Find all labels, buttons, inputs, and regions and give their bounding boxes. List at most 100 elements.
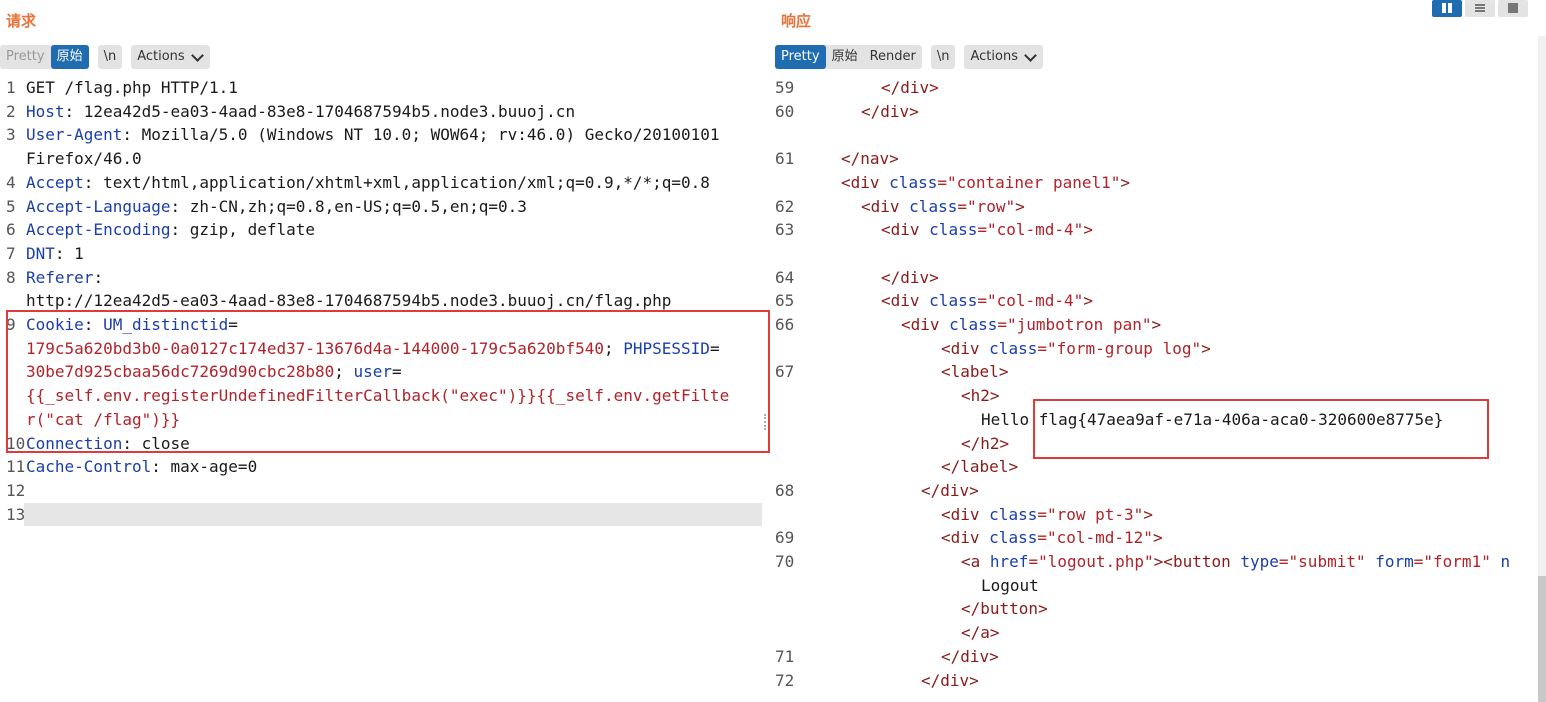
code-token: </ [961,433,981,453]
tab-render[interactable]: Render [864,45,922,69]
code-token: > [929,78,939,97]
tab-raw[interactable]: 原始 [826,45,864,69]
code-token: div [870,196,910,216]
code-line: 65 <div class="col-md-4"> [775,289,1546,313]
code-token: ="col-md-4" [977,220,1084,240]
response-editor[interactable]: 59 </div> 60 </div> 61 </nav> <div class="cont… [775,76,1546,702]
code-text: <div class="col-md-12"> [941,526,1163,550]
code-token: > [989,623,1000,643]
code-line: 10 Connection: close [0,432,770,456]
code-token: </ [941,457,961,477]
code-token: : zh-CN,zh;q=0.8,en-US;q=0.5,en;q=0.3 [170,196,527,216]
single-view-icon[interactable] [1498,0,1528,17]
code-token: h2 [980,433,1000,453]
code-token: button [1172,552,1241,571]
code-token: : max-age=0 [151,457,258,477]
request-editor[interactable]: 1 GET /flag.php HTTP/1.1 2 Host: 12ea42d5-e… [0,76,770,702]
code-token: > [998,362,1009,382]
code-text: </h2> [961,432,1009,456]
code-text: </button> [961,597,1048,621]
code-token: </ [881,267,901,287]
code-text: Logout [981,574,1039,598]
code-token: type [1240,552,1279,571]
response-title: 响应 [781,12,812,30]
code-token: class [989,338,1038,358]
code-text: Accept-Encoding: gzip, deflate [26,218,315,242]
code-token: class [989,504,1038,524]
code-line: 4 Accept: text/html,application/xhtml+xml… [0,171,770,195]
pane-divider[interactable] [770,0,775,702]
code-token: div [890,291,930,311]
code-line: 64 </div> [775,266,1546,290]
code-token: http://12ea42d5-ea03-4aad-83e8-170468759… [26,291,672,311]
code-token: ; [603,338,624,358]
code-token: {{_self.env.registerUndefinedFilterCallb… [26,386,730,406]
scrollbar-thumb[interactable] [1538,576,1546,702]
code-token: < [881,291,891,311]
code-token: 179c5a620bd3b0-0a0127c174ed37-13676d4a-1… [26,338,604,358]
code-text: </div> [921,669,979,693]
code-token: ; [334,362,354,382]
code-token: 30be7d925cbaa56dc7269d90cbc28b80 [26,362,335,382]
split-view-icon[interactable] [1432,0,1462,17]
code-text: Host: 12ea42d5-ea03-4aad-83e8-1704687594… [26,100,575,124]
code-token: Connection [26,433,123,453]
code-token: Accept-Encoding [26,220,171,240]
code-token: > [1015,196,1025,216]
code-token: < [841,172,851,192]
code-text: 179c5a620bd3b0-0a0127c174ed37-13676d4a-1… [26,337,720,361]
code-token: > [989,386,1000,406]
code-token: div [950,504,990,524]
newline-toggle-button[interactable]: \n [97,45,123,69]
code-token: ="jumbotron pan" [997,315,1152,334]
code-line: Logout [775,574,1546,598]
code-token: > [889,149,899,169]
actions-button[interactable]: Actions [131,45,210,69]
tab-pretty[interactable]: Pretty [0,45,51,69]
code-text: </label> [941,455,1018,479]
resize-grip-icon[interactable] [764,414,769,430]
line-number: 63 [775,220,795,240]
code-line: 61 </nav> [775,147,1546,171]
line-number: 67 [775,362,795,382]
code-token: > [1201,338,1211,358]
line-number: 12 [6,480,26,500]
code-token: =" [937,172,957,192]
code-text: </div> [861,100,919,124]
code-token: div [940,670,970,690]
code-text: {{_self.env.registerUndefinedFilterCallb… [26,384,729,408]
response-scrollbar[interactable] [1538,36,1546,702]
tab-raw[interactable]: 原始 [50,45,89,69]
code-line: 12 [0,479,770,503]
code-token: < [861,196,871,216]
code-line: 5 Accept-Language: zh-CN,zh;q=0.8,en-US;q… [0,195,770,219]
code-token: container panel1 [956,172,1111,192]
actions-button[interactable]: Actions [964,45,1043,69]
code-line: 9 Cookie: UM_distinctid= [0,313,770,337]
code-token: > [999,433,1010,453]
code-text: </div> [921,479,979,503]
code-text: </div> [881,76,939,100]
code-token: ="row pt-3" [1037,504,1144,524]
code-token: : [83,315,104,334]
line-number: 65 [775,291,795,311]
code-token: = [228,315,238,334]
code-token: </ [961,623,981,643]
code-token: : 1 [54,243,84,263]
code-token: Referer [26,267,94,287]
code-line: Hello flag{47aea9af-e71a-406a-aca0-32060… [775,408,1546,432]
newline-toggle-button[interactable]: \n [930,45,956,69]
code-token: > [1152,528,1163,548]
code-token: > [1143,504,1153,524]
response-toolbar: Pretty 原始 Render \n Actions [775,45,1043,69]
code-token: nav [860,149,890,169]
code-text: Cookie: UM_distinctid= [26,313,238,337]
code-token: Cookie [26,315,84,334]
code-token: > [909,101,919,121]
list-view-icon[interactable] [1465,0,1495,17]
code-line: </button> [775,597,1546,621]
code-token: > [1083,291,1093,311]
tab-pretty[interactable]: Pretty [775,45,826,69]
code-token: > [929,267,939,287]
